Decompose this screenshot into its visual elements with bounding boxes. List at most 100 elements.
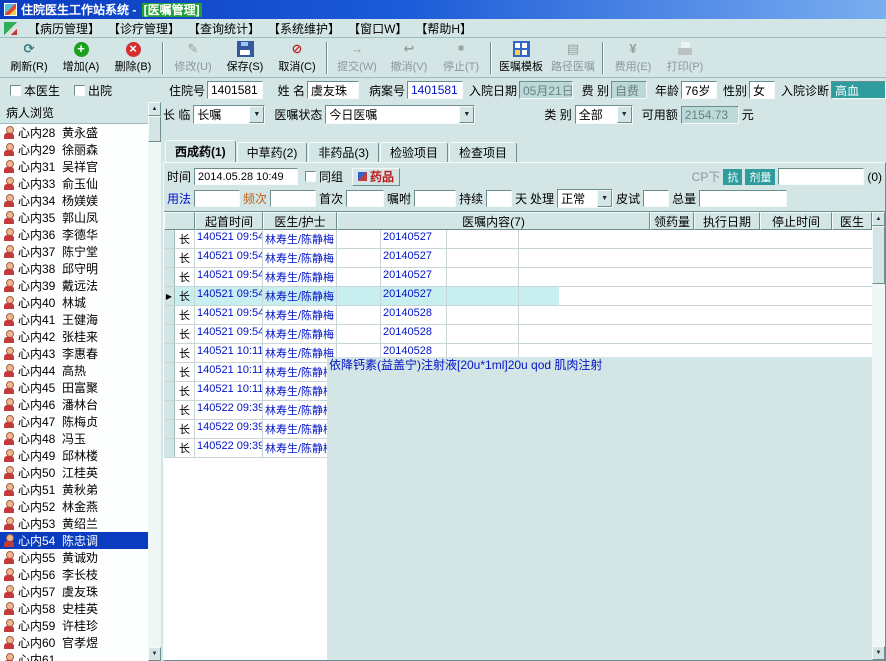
tab-3[interactable]: 检验项目: [380, 142, 449, 162]
patient-list-item[interactable]: 心内55 黄诚劝: [0, 549, 148, 566]
patient-list-item[interactable]: 心内56 李长枝: [0, 566, 148, 583]
patient-list-item[interactable]: 心内44 高热: [0, 362, 148, 379]
scroll-track[interactable]: [148, 142, 161, 647]
toolbar-button-fee[interactable]: 费用(E): [607, 40, 659, 76]
category-dropdown[interactable]: 全部 ▼: [574, 105, 633, 124]
order-row[interactable]: 长 140522 09:39 林寿生/陈静梅 依降钙素(益盖宁)注射液[20u*…: [164, 357, 872, 660]
toolbar-button-edit[interactable]: 修改(U): [167, 40, 219, 76]
my-doctor-checkbox[interactable]: 本医生: [10, 82, 60, 99]
patient-list-item[interactable]: 心内52 林金燕: [0, 498, 148, 515]
chevron-down-icon[interactable]: ▼: [459, 106, 475, 123]
freq-input[interactable]: [270, 189, 317, 207]
scroll-up-icon[interactable]: ▲: [148, 102, 161, 116]
toolbar-button-save[interactable]: 保存(S): [219, 40, 271, 76]
tab-4[interactable]: 检查项目: [449, 142, 518, 162]
scroll-up-icon[interactable]: ▲: [872, 212, 885, 226]
patient-list-item[interactable]: 心内54 陈忠调: [0, 532, 148, 549]
patient-list-item[interactable]: 心内34 杨媄媄: [0, 192, 148, 209]
toolbar-button-delete[interactable]: 删除(B): [107, 40, 159, 76]
order-status-dropdown[interactable]: 今日医嘱 ▼: [325, 105, 476, 124]
patient-list-item[interactable]: 心内50 江桂英: [0, 464, 148, 481]
dose-input[interactable]: [778, 168, 865, 186]
toolbar-button-cancel[interactable]: 取消(C): [271, 40, 323, 76]
order-row[interactable]: 长 140521 09:54 林寿生/陈静梅 II级护理 qd [心血管内科] …: [164, 249, 872, 660]
menu-item-1[interactable]: 【诊疗管理】: [107, 22, 187, 36]
order-time-input[interactable]: 2014.05.28 10:49: [194, 168, 299, 186]
chevron-down-icon[interactable]: ▼: [249, 106, 265, 123]
patient-name: 杨媄媄: [62, 194, 99, 208]
patient-list-item[interactable]: 心内39 戴远法: [0, 277, 148, 294]
order-row[interactable]: 长 140521 09:54 林寿生/陈静梅 低盐、低脂饮食 qd [心血管内科…: [164, 268, 872, 660]
patient-list-item[interactable]: 心内33 俞玉仙: [0, 175, 148, 192]
scroll-thumb[interactable]: [872, 226, 885, 284]
tab-0[interactable]: 西成药(1): [165, 140, 236, 162]
mdi-child-icon[interactable]: [4, 21, 17, 35]
patient-list-item[interactable]: 心内28 黄永盛: [0, 124, 148, 141]
order-row[interactable]: 长 140521 09:54 林寿生/陈静梅 二甲双胍缓释片[0.5g*30s]…: [164, 325, 872, 660]
skin-test-input[interactable]: [643, 189, 670, 207]
orders-scrollbar[interactable]: ▲ ▼: [872, 212, 885, 660]
scroll-track[interactable]: [872, 284, 885, 646]
patient-list-item[interactable]: 心内43 李惠春: [0, 345, 148, 362]
patient-list-item[interactable]: 心内42 张桂来: [0, 328, 148, 345]
patient-bed: 心内54: [18, 534, 56, 548]
patient-list-item[interactable]: 心内61: [0, 651, 148, 661]
patient-list-item[interactable]: 心内60 官孝煜: [0, 634, 148, 651]
patient-list-item[interactable]: 心内51 黄秋弟: [0, 481, 148, 498]
patient-list-item[interactable]: 心内37 陈宁堂: [0, 243, 148, 260]
patient-list-scrollbar[interactable]: ▲ ▼: [148, 102, 161, 661]
handle-dropdown[interactable]: 正常 ▼: [557, 188, 614, 208]
menu-item-3[interactable]: 【系统维护】: [267, 22, 347, 36]
patient-list-item[interactable]: 心内40 林城: [0, 294, 148, 311]
field-label-admission-date: 入院日期: [468, 83, 517, 98]
order-type-dropdown[interactable]: 长嘱 ▼: [193, 105, 266, 124]
chevron-down-icon[interactable]: ▼: [597, 189, 613, 207]
patient-list-item[interactable]: 心内35 郭山凤: [0, 209, 148, 226]
antibiotic-flag[interactable]: 抗: [723, 168, 743, 185]
discharged-checkbox[interactable]: 出院: [74, 82, 112, 99]
patient-list-item[interactable]: 心内36 李德华: [0, 226, 148, 243]
patient-list-item[interactable]: 心内48 冯玉: [0, 430, 148, 447]
scroll-thumb[interactable]: [148, 116, 161, 142]
patient-list-item[interactable]: 心内58 史桂英: [0, 600, 148, 617]
patient-list-item[interactable]: 心内53 黄绍兰: [0, 515, 148, 532]
tab-1[interactable]: 中草药(2): [236, 142, 308, 162]
patient-list-item[interactable]: 心内47 陈梅贞: [0, 413, 148, 430]
same-group-checkbox[interactable]: 同组: [305, 168, 343, 185]
order-row[interactable]: 长 140521 09:54 林寿生/陈静梅 按内科护理常规 qd [心血管内科…: [164, 230, 872, 660]
patient-list-item[interactable]: 心内41 王健海: [0, 311, 148, 328]
patient-list-item[interactable]: 心内29 徐丽森: [0, 141, 148, 158]
patient-list-item[interactable]: 心内38 邱守明: [0, 260, 148, 277]
menu-item-5[interactable]: 【帮助H】: [414, 22, 479, 36]
toolbar-button-print[interactable]: 打印(P): [659, 40, 711, 76]
toolbar-button-template[interactable]: 医嘱模板: [495, 40, 547, 76]
patient-list-item[interactable]: 心内46 潘林台: [0, 396, 148, 413]
order-row[interactable]: 长 140521 09:54 林寿生/陈静梅 氨氯地平片(络活喜)[5mg*7s…: [164, 306, 872, 660]
first-input[interactable]: [346, 189, 385, 207]
patient-list-item[interactable]: 心内31 吴祥官: [0, 158, 148, 175]
tab-2[interactable]: 非药品(3): [308, 142, 380, 162]
patient-list-item[interactable]: 心内49 邱林楼: [0, 447, 148, 464]
menu-item-0[interactable]: 【病历管理】: [21, 22, 107, 36]
advice-input[interactable]: [414, 189, 457, 207]
usage-input[interactable]: [194, 189, 241, 207]
menu-item-4[interactable]: 【窗口W】: [347, 22, 414, 36]
toolbar-button-path[interactable]: 路径医嘱: [547, 40, 599, 76]
drug-select-button[interactable]: 药品: [352, 167, 401, 186]
order-row[interactable]: ▶ 长 140521 09:54 林寿生/陈静梅 测血压 bid [心血管内科]…: [164, 287, 872, 660]
persist-input[interactable]: [486, 189, 513, 207]
scroll-down-icon[interactable]: ▼: [872, 646, 885, 660]
patient-list-item[interactable]: 心内57 虞友珠: [0, 583, 148, 600]
toolbar-button-submit[interactable]: 提交(W): [331, 40, 383, 76]
patient-list-item[interactable]: 心内59 许桂珍: [0, 617, 148, 634]
menu-item-2[interactable]: 【查询统计】: [187, 22, 267, 36]
total-input[interactable]: [699, 189, 788, 207]
toolbar-button-undo[interactable]: 撤消(V): [383, 40, 435, 76]
toolbar-button-stop[interactable]: 停止(T): [435, 40, 487, 76]
patient-list-item[interactable]: 心内45 田富聚: [0, 379, 148, 396]
scroll-down-icon[interactable]: ▼: [148, 647, 161, 661]
chevron-down-icon[interactable]: ▼: [616, 106, 632, 123]
toolbar-button-refresh[interactable]: 刷新(R): [3, 40, 55, 76]
toolbar-button-add[interactable]: 增加(A): [55, 40, 107, 76]
app-icon: [4, 3, 17, 16]
